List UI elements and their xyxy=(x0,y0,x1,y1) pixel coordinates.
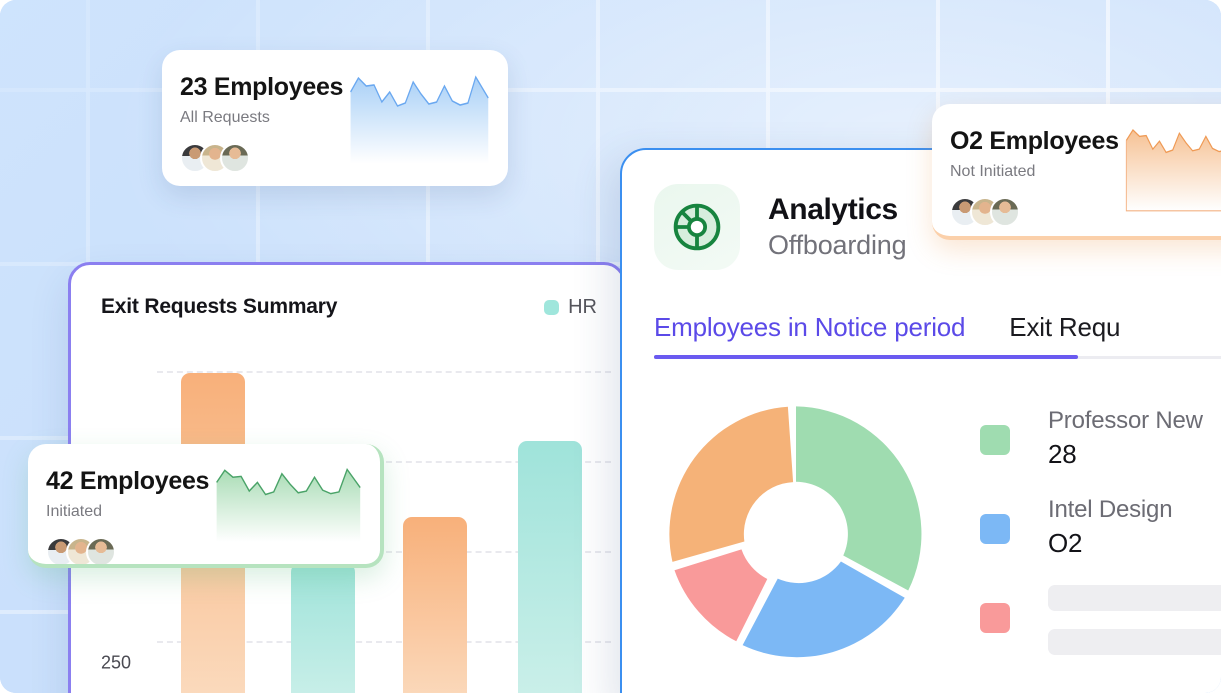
stat-card-sparkline xyxy=(1119,104,1221,236)
stat-card-text: 23 Employees All Requests xyxy=(162,50,343,186)
stat-card-sparkline xyxy=(343,50,508,186)
stat-card-sparkline xyxy=(209,444,380,564)
sparkline-svg-blue xyxy=(350,75,489,164)
stat-card-text: O2 Employees Not Initiated xyxy=(932,104,1119,236)
stat-card-not-initiated[interactable]: O2 Employees Not Initiated xyxy=(932,104,1221,240)
avatar xyxy=(220,142,250,173)
avatar xyxy=(86,536,116,564)
analytics-subtitle: Offboarding xyxy=(768,230,907,260)
active-tab-underline xyxy=(654,355,1078,359)
analytics-tabs: Employees in Notice period Exit Requ xyxy=(654,312,1221,359)
bar-2[interactable] xyxy=(291,563,355,693)
tab-exit-requests[interactable]: Exit Requ xyxy=(1009,312,1120,359)
stat-card-subtitle: Not Initiated xyxy=(950,162,1036,180)
sparkline-svg-orange xyxy=(1125,129,1221,212)
skeleton-bar xyxy=(1048,629,1221,655)
stat-card-all-requests[interactable]: 23 Employees All Requests xyxy=(162,50,508,186)
analytics-chart-area: Professor New 28 Intel Design O2 xyxy=(622,389,1221,681)
legend-value: 28 xyxy=(1048,439,1077,469)
legend-item-intel-design[interactable]: Intel Design O2 xyxy=(980,496,1221,559)
legend-name: Professor New xyxy=(1048,407,1203,434)
legend-text-block: Intel Design O2 xyxy=(1048,496,1173,559)
bar-panel-title: Exit Requests Summary xyxy=(101,295,338,318)
analytics-title-block: Analytics Offboarding xyxy=(768,193,907,261)
legend-swatch-blue xyxy=(980,514,1010,544)
donut-slice-intel-design xyxy=(742,561,905,658)
legend-swatch-green xyxy=(980,425,1010,455)
stat-card-initiated[interactable]: 42 Employees Initiated xyxy=(28,444,384,568)
skeleton-bar xyxy=(1048,585,1221,611)
legend-item-loading[interactable] xyxy=(980,585,1221,655)
analytics-title: Analytics xyxy=(768,193,898,226)
avatar-group[interactable] xyxy=(46,536,209,564)
legend-name: Intel Design xyxy=(1048,496,1173,523)
tab-employees-in-notice-period[interactable]: Employees in Notice period xyxy=(654,312,965,359)
screenshot-root: Exit Requests Summary HR 750 250 xyxy=(0,0,1221,693)
donut-legend: Professor New 28 Intel Design O2 xyxy=(980,389,1221,681)
donut-slice-4 xyxy=(669,406,794,562)
bar-panel-legend: HR xyxy=(544,296,597,319)
bar-panel-header: Exit Requests Summary HR xyxy=(71,265,623,319)
pie-chart-icon xyxy=(654,184,740,270)
avatar-group[interactable] xyxy=(180,142,343,173)
stat-card-title: 42 Employees xyxy=(46,467,210,495)
stat-card-subtitle: Initiated xyxy=(46,502,103,520)
legend-swatch-red xyxy=(980,603,1010,633)
legend-item-professor-new[interactable]: Professor New 28 xyxy=(980,407,1221,470)
stat-card-text: 42 Employees Initiated xyxy=(28,444,209,564)
pie-chart-icon-svg xyxy=(673,203,721,251)
donut-chart[interactable] xyxy=(646,389,946,679)
sparkline-svg-green xyxy=(216,467,361,542)
legend-skeleton xyxy=(1048,585,1221,655)
stat-card-subtitle: All Requests xyxy=(180,108,270,126)
donut-slice-professor-new xyxy=(796,406,922,591)
y-axis-tick-250: 250 xyxy=(101,652,132,673)
avatar-group[interactable] xyxy=(950,196,1119,227)
stat-card-title: 23 Employees xyxy=(180,73,344,101)
legend-chip-hr xyxy=(544,299,560,315)
legend-label-hr: HR xyxy=(568,295,597,318)
bar-3[interactable] xyxy=(403,517,467,693)
stat-card-title: O2 Employees xyxy=(950,127,1119,155)
bar-4[interactable] xyxy=(518,441,582,693)
avatar xyxy=(990,196,1020,227)
legend-value: O2 xyxy=(1048,528,1083,558)
legend-text-block: Professor New 28 xyxy=(1048,407,1203,470)
